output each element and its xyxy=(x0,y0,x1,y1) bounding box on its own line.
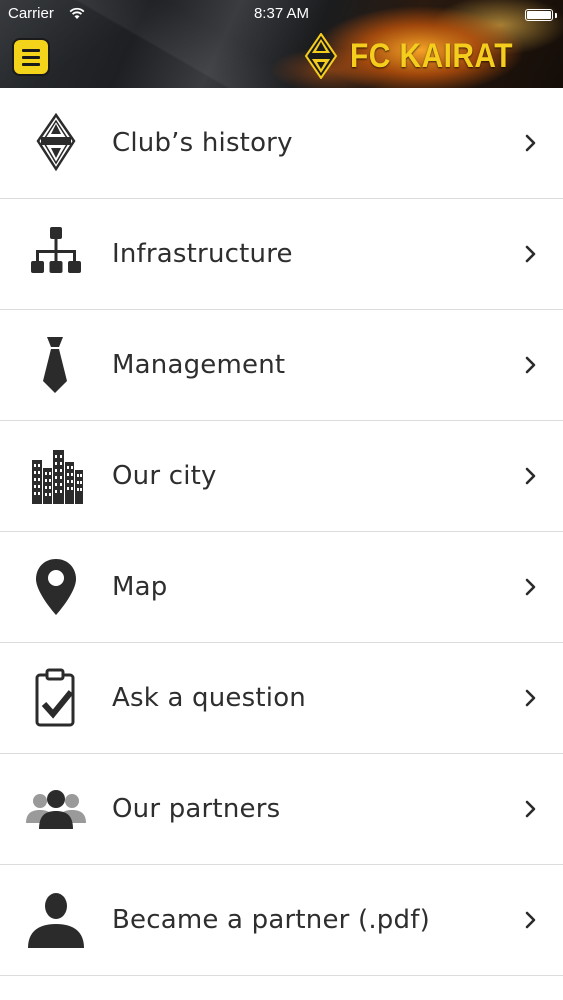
hamburger-menu-icon[interactable] xyxy=(12,38,50,76)
menu-item-infrastructure[interactable]: Infrastructure xyxy=(0,199,563,310)
brand-name: FC KAIRAT xyxy=(349,36,513,75)
fc-kairat-crest-icon xyxy=(304,33,338,79)
menu-item-label: Our partners xyxy=(112,794,281,824)
chevron-right-icon xyxy=(525,911,536,929)
menu-item-label: Map xyxy=(112,572,168,602)
menu-item-label: Club’s history xyxy=(112,128,293,158)
chevron-right-icon xyxy=(525,467,536,485)
chevron-right-icon xyxy=(525,245,536,263)
main-menu-list: Club’s history Infrastructure Management… xyxy=(0,88,563,976)
battery-icon xyxy=(525,9,553,21)
brand: FC KAIRAT xyxy=(304,33,535,79)
person-icon xyxy=(22,890,88,950)
menu-item-management[interactable]: Management xyxy=(0,310,563,421)
org-chart-icon xyxy=(22,224,88,284)
menu-item-clubs-history[interactable]: Club’s history xyxy=(0,88,563,199)
chevron-right-icon xyxy=(525,356,536,374)
menu-item-our-city[interactable]: Our city xyxy=(0,421,563,532)
group-people-icon xyxy=(22,779,88,839)
menu-item-label: Became a partner (.pdf) xyxy=(112,905,430,935)
menu-item-ask-a-question[interactable]: Ask a question xyxy=(0,643,563,754)
clock-time: 8:37 AM xyxy=(253,5,310,22)
menu-item-label: Our city xyxy=(112,461,217,491)
menu-item-label: Infrastructure xyxy=(112,239,293,269)
app-header: Carrier 8:37 AM FC KAIRAT xyxy=(0,0,563,88)
menu-item-label: Ask a question xyxy=(112,683,306,713)
chevron-right-icon xyxy=(525,800,536,818)
city-buildings-icon xyxy=(22,446,88,506)
menu-item-map[interactable]: Map xyxy=(0,532,563,643)
necktie-icon xyxy=(22,335,88,395)
chevron-right-icon xyxy=(525,578,536,596)
chevron-right-icon xyxy=(525,689,536,707)
chevron-right-icon xyxy=(525,134,536,152)
menu-item-label: Management xyxy=(112,350,286,380)
battery-level xyxy=(527,11,551,19)
clipboard-check-icon xyxy=(22,668,88,728)
menu-item-our-partners[interactable]: Our partners xyxy=(0,754,563,865)
map-pin-icon xyxy=(22,557,88,617)
menu-item-became-a-partner[interactable]: Became a partner (.pdf) xyxy=(0,865,563,976)
status-bar: Carrier 8:37 AM xyxy=(0,0,563,28)
battery-tip xyxy=(555,13,557,18)
club-crest-icon xyxy=(22,113,88,173)
